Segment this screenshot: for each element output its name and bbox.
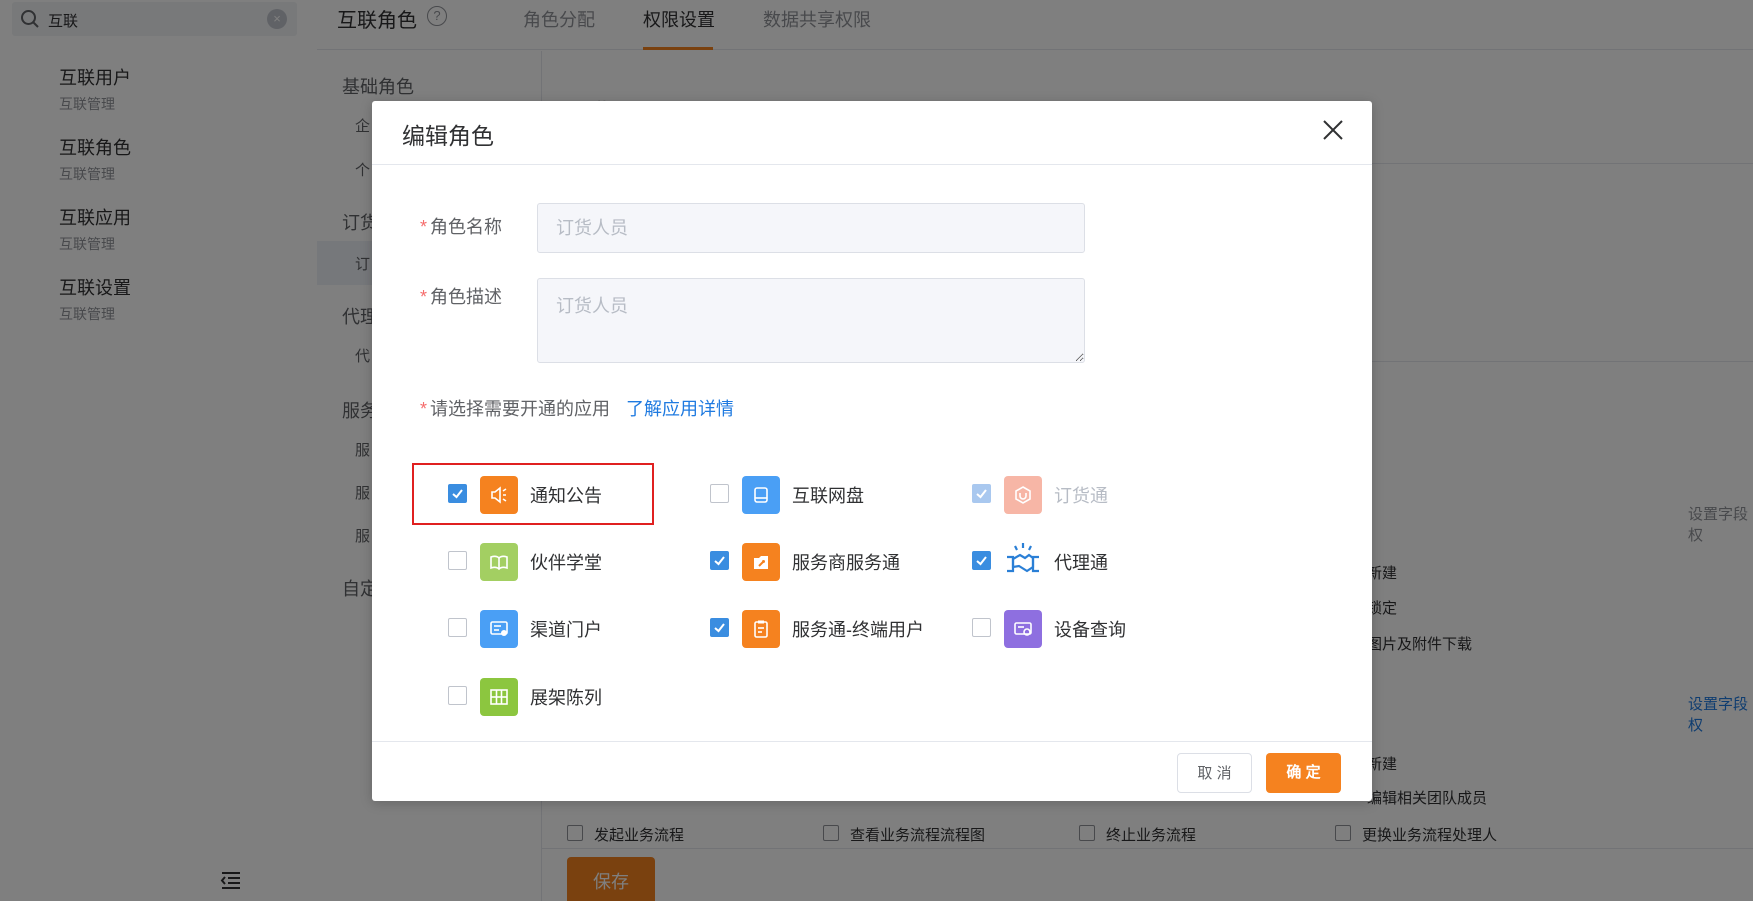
- role-name-input[interactable]: [537, 203, 1085, 253]
- app-checkbox: [972, 484, 991, 503]
- speaker-icon: [480, 476, 518, 514]
- dialog-header: 编辑角色: [372, 101, 1372, 165]
- cancel-button[interactable]: 取 消: [1177, 753, 1252, 793]
- app-name: 展架陈列: [530, 688, 602, 708]
- app-checkbox[interactable]: [710, 551, 729, 570]
- app-name: 服务商服务通: [792, 553, 900, 573]
- app-checkbox[interactable]: [448, 484, 467, 503]
- handshake-icon: [1004, 543, 1042, 581]
- app-name: 设备查询: [1054, 620, 1126, 640]
- role-name-label: * 角色名称: [420, 217, 503, 237]
- apps-label: * 请选择需要开通的应用: [420, 399, 611, 419]
- device-icon: [1004, 610, 1042, 648]
- app-checkbox[interactable]: [448, 551, 467, 570]
- portal-icon: [480, 610, 518, 648]
- wrench-icon: [742, 543, 780, 581]
- app-name: 代理通: [1054, 553, 1108, 573]
- app-detail-link[interactable]: 了解应用详情: [626, 395, 734, 421]
- dialog-title: 编辑角色: [402, 123, 494, 149]
- edit-role-dialog: 编辑角色 *角色名称 *角色描述 *请选择需要开通的应用 了解应用详情 通知公告…: [372, 101, 1372, 801]
- book-icon: [480, 543, 518, 581]
- app-checkbox[interactable]: [710, 484, 729, 503]
- app-checkbox[interactable]: [448, 686, 467, 705]
- app-checkbox[interactable]: [448, 618, 467, 637]
- confirm-button[interactable]: 确 定: [1266, 753, 1341, 793]
- app-name: 服务通-终端用户: [792, 620, 924, 640]
- drive-icon: [742, 476, 780, 514]
- app-name: 互联网盘: [792, 486, 864, 506]
- role-desc-textarea[interactable]: [537, 278, 1085, 363]
- close-icon[interactable]: [1320, 117, 1346, 143]
- app-name: 通知公告: [530, 486, 602, 506]
- app-name: 订货通: [1054, 486, 1108, 506]
- app-name: 伙伴学堂: [530, 553, 602, 573]
- app-checkbox[interactable]: [972, 618, 991, 637]
- app-checkbox[interactable]: [710, 618, 729, 637]
- role-desc-label: * 角色描述: [420, 287, 503, 307]
- app-checkbox[interactable]: [972, 551, 991, 570]
- dialog-footer: 取 消 确 定: [372, 741, 1372, 801]
- app-name: 渠道门户: [530, 620, 602, 640]
- order-icon: [1004, 476, 1042, 514]
- shelf-icon: [480, 678, 518, 716]
- clipboard-icon: [742, 610, 780, 648]
